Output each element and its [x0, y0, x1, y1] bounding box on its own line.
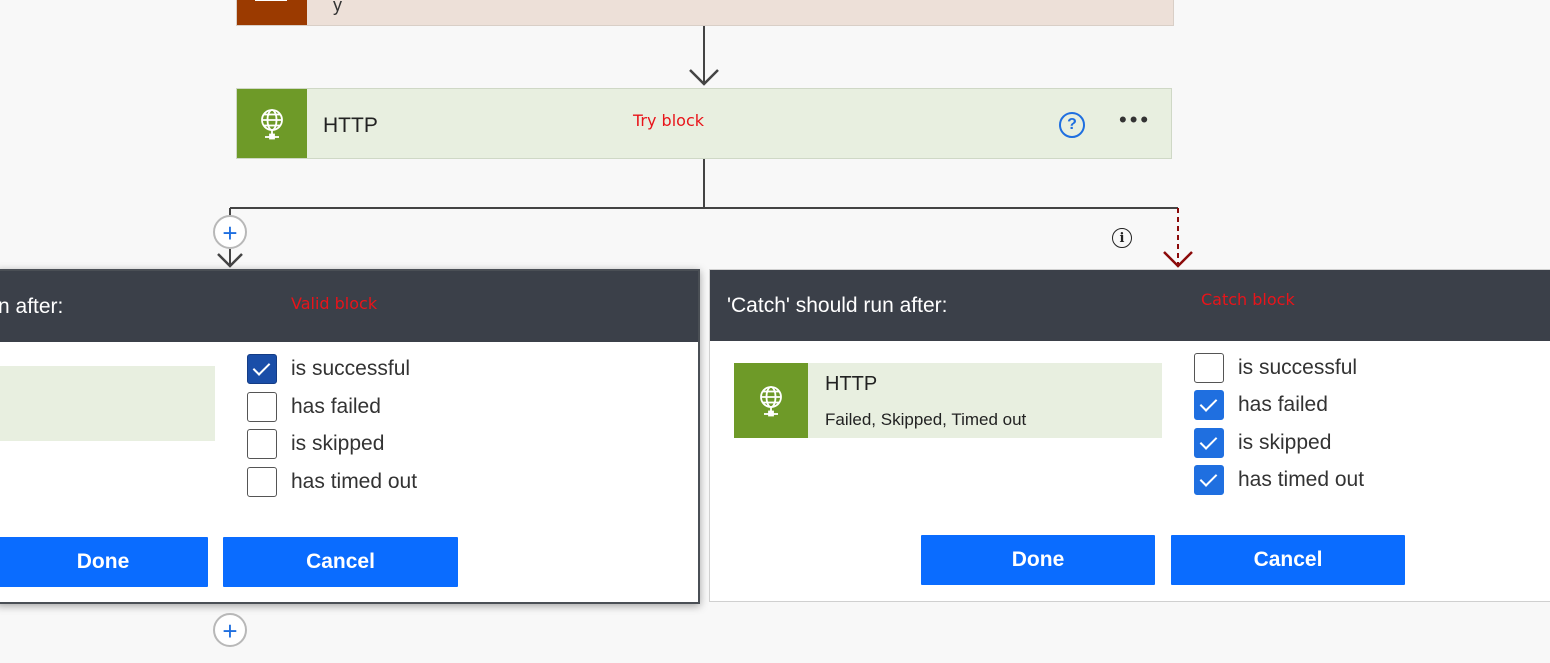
valid-run-after-panel: n after: Valid block is successful has f…: [0, 269, 700, 604]
globe-icon: [237, 89, 307, 158]
previous-action-title: y: [333, 0, 342, 15]
previous-action-icon: [237, 0, 307, 25]
valid-block-annotation: Valid block: [291, 294, 378, 313]
action-status-card: [0, 366, 215, 441]
action-title: HTTP: [825, 373, 878, 395]
option-label: has failed: [291, 395, 381, 418]
option-label: is successful: [1238, 356, 1358, 379]
previous-action-card[interactable]: y: [236, 0, 1174, 26]
checkbox-has-failed[interactable]: [1194, 390, 1224, 420]
checkbox-is-skipped[interactable]: [247, 429, 277, 459]
checkbox-is-successful[interactable]: [1194, 353, 1224, 383]
option-is-successful[interactable]: is successful: [1194, 352, 1357, 384]
option-has-failed[interactable]: has failed: [1194, 389, 1328, 421]
checkbox-has-timed-out[interactable]: [247, 467, 277, 497]
checkbox-is-skipped[interactable]: [1194, 428, 1224, 458]
cancel-button[interactable]: Cancel: [1171, 535, 1405, 585]
http-action-title: HTTP: [323, 114, 378, 137]
done-button[interactable]: Done: [921, 535, 1155, 585]
option-label: is successful: [291, 357, 411, 380]
option-label: has timed out: [1238, 468, 1365, 491]
option-has-timed-out[interactable]: has timed out: [247, 466, 417, 498]
action-status: Failed, Skipped, Timed out: [825, 410, 1027, 429]
option-has-failed[interactable]: has failed: [247, 391, 381, 423]
insert-step-button[interactable]: +: [213, 613, 247, 647]
catch-block-annotation: Catch block: [1201, 290, 1295, 309]
option-is-successful[interactable]: is successful: [247, 353, 410, 385]
checkbox-has-timed-out[interactable]: [1194, 465, 1224, 495]
option-label: is skipped: [291, 432, 385, 455]
http-action-card[interactable]: HTTP Try block ? •••: [236, 88, 1172, 159]
action-status-card: HTTP Failed, Skipped, Timed out: [734, 363, 1162, 438]
option-has-timed-out[interactable]: has timed out: [1194, 464, 1364, 496]
panel-title: 'Catch' should run after:: [727, 294, 948, 317]
option-is-skipped[interactable]: is skipped: [1194, 427, 1331, 459]
insert-step-button[interactable]: +: [213, 215, 247, 249]
option-label: has failed: [1238, 393, 1328, 416]
help-circle-icon[interactable]: ?: [1059, 112, 1085, 138]
globe-icon: [734, 363, 808, 438]
panel-title: n after:: [0, 295, 64, 318]
catch-run-after-panel: 'Catch' should run after: Catch block HT…: [709, 269, 1550, 602]
option-is-skipped[interactable]: is skipped: [247, 428, 384, 460]
panel-header: 'Catch' should run after: Catch block: [710, 270, 1550, 341]
panel-header: n after: Valid block: [0, 271, 698, 342]
more-horizontal-icon[interactable]: •••: [1119, 107, 1151, 133]
try-block-annotation: Try block: [633, 111, 705, 130]
checkbox-has-failed[interactable]: [247, 392, 277, 422]
checkbox-is-successful[interactable]: [247, 354, 277, 384]
done-button[interactable]: Done: [0, 537, 208, 587]
option-label: is skipped: [1238, 431, 1332, 454]
cancel-button[interactable]: Cancel: [223, 537, 458, 587]
info-icon[interactable]: i: [1112, 228, 1132, 248]
option-label: has timed out: [291, 470, 418, 493]
